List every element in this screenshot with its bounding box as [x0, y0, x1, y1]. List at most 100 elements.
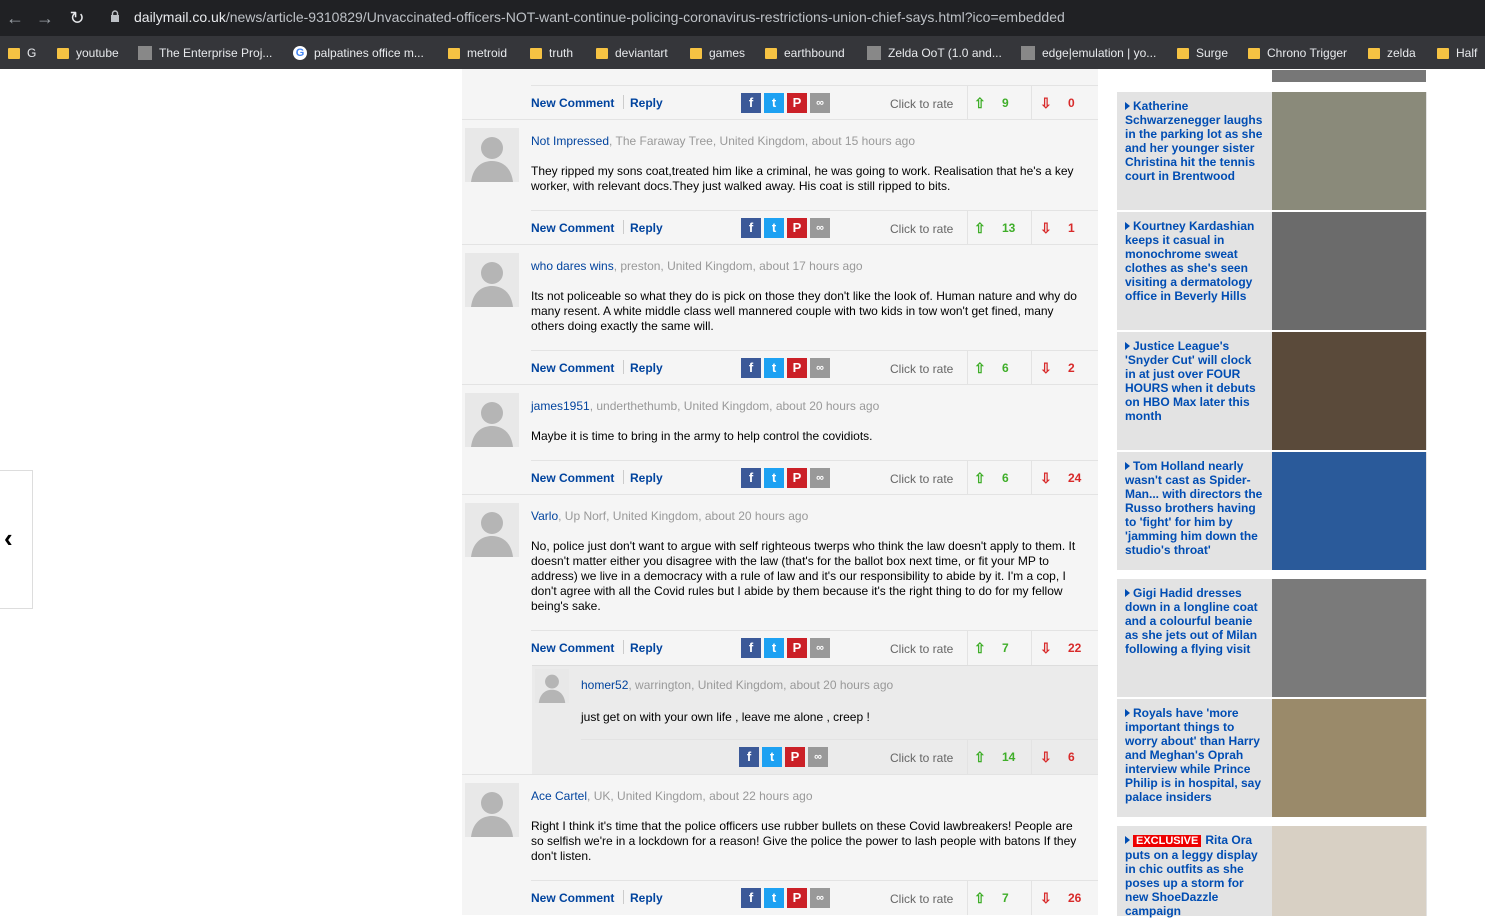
thumbs-down-arrow-icon[interactable]: ⇩ [1040, 749, 1052, 766]
comment-username[interactable]: Not Impressed [531, 134, 609, 148]
reload-icon[interactable]: ↻ [66, 7, 88, 29]
link-share-icon[interactable]: ∞ [810, 638, 830, 658]
bookmark-item[interactable]: deviantart [596, 44, 668, 62]
reply-link[interactable]: Reply [630, 221, 663, 235]
related-article-item[interactable]: Katherine Schwarzenegger laughs in the p… [1117, 91, 1427, 210]
article-thumbnail[interactable] [1272, 332, 1426, 450]
facebook-share-icon[interactable]: f [741, 638, 761, 658]
bookmark-item[interactable]: Surge [1177, 44, 1228, 62]
new-comment-link[interactable]: New Comment [531, 891, 614, 905]
pinterest-share-icon[interactable]: P [787, 468, 807, 488]
bookmark-item[interactable]: youtube [57, 44, 119, 62]
reply-link[interactable]: Reply [630, 361, 663, 375]
pinterest-share-icon[interactable]: P [787, 888, 807, 908]
thumbs-up-arrow-icon[interactable]: ⇧ [974, 749, 986, 766]
reply-link[interactable]: Reply [630, 641, 663, 655]
link-share-icon[interactable]: ∞ [810, 358, 830, 378]
twitter-share-icon[interactable]: t [762, 747, 782, 767]
thumbs-up-arrow-icon[interactable]: ⇧ [974, 890, 986, 907]
comment-username[interactable]: james1951 [531, 399, 590, 413]
related-article-item[interactable]: Royals have 'more important things to wo… [1117, 698, 1427, 817]
bookmark-item[interactable]: zelda [1368, 44, 1416, 62]
bookmark-item[interactable]: The Enterprise Proj... [138, 44, 272, 62]
bookmark-item[interactable]: Chrono Trigger [1248, 44, 1347, 62]
thumbs-up-arrow-icon[interactable]: ⇧ [974, 95, 986, 112]
side-panel-toggle[interactable]: ‹ [0, 470, 33, 609]
related-article-item[interactable]: Justice League's 'Snyder Cut' will clock… [1117, 331, 1427, 450]
twitter-share-icon[interactable]: t [764, 93, 784, 113]
twitter-share-icon[interactable]: t [764, 218, 784, 238]
bookmark-item[interactable]: Gpalpatines office m... [293, 44, 424, 62]
thumbs-down-arrow-icon[interactable]: ⇩ [1040, 220, 1052, 237]
related-article-headline[interactable]: Katherine Schwarzenegger laughs in the p… [1125, 99, 1265, 183]
new-comment-link[interactable]: New Comment [531, 96, 614, 110]
related-article-item[interactable]: EXCLUSIVE Rita Ora puts on a leggy displa… [1117, 825, 1427, 918]
thumbs-up-arrow-icon[interactable]: ⇧ [974, 640, 986, 657]
address-bar[interactable]: dailymail.co.uk/news/article-9310829/Unv… [100, 5, 1485, 31]
twitter-share-icon[interactable]: t [764, 888, 784, 908]
thumbs-down-arrow-icon[interactable]: ⇩ [1040, 640, 1052, 657]
bookmark-item[interactable]: metroid [448, 44, 507, 62]
bookmark-item[interactable]: Half [1437, 44, 1477, 62]
related-article-item[interactable]: Tom Holland nearly wasn't cast as Spider… [1117, 451, 1427, 570]
related-article-item[interactable]: Kourtney Kardashian keeps it casual in m… [1117, 211, 1427, 330]
thumbs-down-arrow-icon[interactable]: ⇩ [1040, 890, 1052, 907]
article-thumbnail[interactable] [1272, 452, 1426, 570]
bookmark-item[interactable]: G [8, 44, 36, 62]
comment-username[interactable]: homer52 [581, 678, 628, 692]
related-article-headline[interactable]: EXCLUSIVE Rita Ora puts on a leggy displa… [1125, 833, 1265, 918]
new-comment-link[interactable]: New Comment [531, 641, 614, 655]
related-article-headline[interactable]: Kourtney Kardashian keeps it casual in m… [1125, 219, 1265, 303]
related-article-headline[interactable]: Tom Holland nearly wasn't cast as Spider… [1125, 459, 1265, 557]
thumbs-down-arrow-icon[interactable]: ⇩ [1040, 95, 1052, 112]
link-share-icon[interactable]: ∞ [808, 747, 828, 767]
link-share-icon[interactable]: ∞ [810, 218, 830, 238]
pinterest-share-icon[interactable]: P [787, 93, 807, 113]
pinterest-share-icon[interactable]: P [787, 358, 807, 378]
link-share-icon[interactable]: ∞ [810, 93, 830, 113]
facebook-share-icon[interactable]: f [741, 468, 761, 488]
reply-link[interactable]: Reply [630, 96, 663, 110]
thumbs-down-arrow-icon[interactable]: ⇩ [1040, 470, 1052, 487]
link-share-icon[interactable]: ∞ [810, 468, 830, 488]
related-article-item[interactable]: Gigi Hadid dresses down in a longline co… [1117, 578, 1427, 697]
article-thumbnail[interactable] [1272, 92, 1426, 210]
twitter-share-icon[interactable]: t [764, 638, 784, 658]
back-arrow-icon[interactable]: ← [4, 7, 26, 29]
pinterest-share-icon[interactable]: P [785, 747, 805, 767]
comment-username[interactable]: Ace Cartel [531, 789, 587, 803]
pinterest-share-icon[interactable]: P [787, 638, 807, 658]
forward-arrow-icon[interactable]: → [34, 7, 56, 29]
thumbs-up-arrow-icon[interactable]: ⇧ [974, 360, 986, 377]
related-article-headline[interactable]: Royals have 'more important things to wo… [1125, 706, 1265, 804]
thumbs-up-arrow-icon[interactable]: ⇧ [974, 220, 986, 237]
facebook-share-icon[interactable]: f [741, 358, 761, 378]
bookmark-item[interactable]: Zelda OoT (1.0 and... [867, 44, 1002, 62]
link-share-icon[interactable]: ∞ [810, 888, 830, 908]
comment-username[interactable]: Varlo [531, 509, 558, 523]
bookmark-item[interactable]: truth [530, 44, 573, 62]
facebook-share-icon[interactable]: f [739, 747, 759, 767]
bookmark-item[interactable]: games [690, 44, 745, 62]
facebook-share-icon[interactable]: f [741, 218, 761, 238]
related-article-headline[interactable]: Justice League's 'Snyder Cut' will clock… [1125, 339, 1265, 423]
article-thumbnail[interactable] [1272, 699, 1426, 817]
bookmark-item[interactable]: edge|emulation | yo... [1021, 44, 1156, 62]
reply-link[interactable]: Reply [630, 891, 663, 905]
facebook-share-icon[interactable]: f [741, 93, 761, 113]
thumbs-down-arrow-icon[interactable]: ⇩ [1040, 360, 1052, 377]
article-thumbnail[interactable] [1272, 826, 1426, 916]
pinterest-share-icon[interactable]: P [787, 218, 807, 238]
article-thumbnail[interactable] [1272, 579, 1426, 697]
reply-link[interactable]: Reply [630, 471, 663, 485]
twitter-share-icon[interactable]: t [764, 468, 784, 488]
new-comment-link[interactable]: New Comment [531, 221, 614, 235]
new-comment-link[interactable]: New Comment [531, 471, 614, 485]
facebook-share-icon[interactable]: f [741, 888, 761, 908]
comment-username[interactable]: who dares wins [531, 259, 614, 273]
article-thumbnail[interactable] [1272, 212, 1426, 330]
new-comment-link[interactable]: New Comment [531, 361, 614, 375]
twitter-share-icon[interactable]: t [764, 358, 784, 378]
related-article-headline[interactable]: Gigi Hadid dresses down in a longline co… [1125, 586, 1265, 656]
thumbs-up-arrow-icon[interactable]: ⇧ [974, 470, 986, 487]
